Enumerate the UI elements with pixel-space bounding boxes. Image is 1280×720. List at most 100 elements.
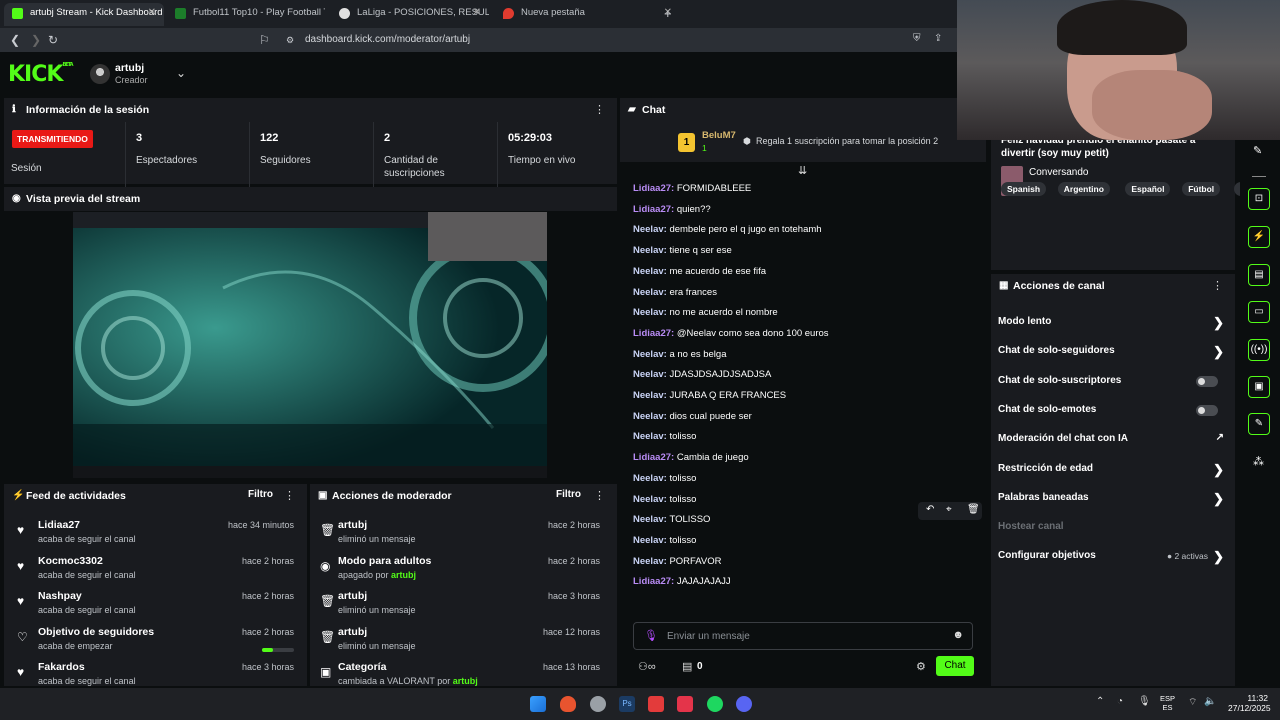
chat-message[interactable]: Neelav: JURABA Q ERA FRANCES	[633, 390, 786, 401]
chat-message[interactable]: Neelav: tolisso	[633, 431, 696, 442]
chat-message[interactable]: Lidiaa27: JAJAJAJAJJ	[633, 576, 731, 587]
chat-username[interactable]: Neelav:	[633, 556, 669, 567]
stream-tag[interactable]: Spanish	[1001, 182, 1047, 196]
chat-message[interactable]: Neelav: tolisso	[633, 535, 696, 546]
chat-username[interactable]: Neelav:	[633, 266, 669, 277]
channel-action-item[interactable]: Moderación del chat con IA ↗	[998, 432, 1224, 453]
mod-action-item[interactable]: 🗑 artubj eliminó un mensaje hace 2 horas	[310, 519, 610, 554]
chat-username[interactable]: Neelav:	[633, 535, 669, 546]
chat-message[interactable]: Lidiaa27: FORMIDABLEEE	[633, 183, 751, 194]
mod-action-item[interactable]: 🗑 artubj eliminó un mensaje hace 3 horas	[310, 590, 610, 625]
pin-icon[interactable]: ⌖	[946, 504, 952, 515]
close-tab-icon[interactable]: ✕	[473, 7, 481, 18]
chat-message[interactable]: Neelav: JDASJDSAJDJSADJSA	[633, 369, 771, 380]
clock[interactable]: 11:32 27/12/2025	[1228, 693, 1271, 713]
chat-message[interactable]: Neelav: era frances	[633, 287, 717, 298]
tray-mic-icon[interactable]: 🎙	[1138, 696, 1151, 707]
language-indicator[interactable]: ESP ES	[1160, 694, 1175, 712]
channel-action-item[interactable]: Palabras baneadas ❯	[998, 491, 1224, 512]
url-field[interactable]: dashboard.kick.com/moderator/artubj	[305, 34, 470, 45]
chat-message[interactable]: Lidiaa27: quien??	[633, 204, 711, 215]
document-icon[interactable]: ▤	[1248, 264, 1270, 286]
edit-icon[interactable]: ✎	[1253, 144, 1262, 157]
chat-username[interactable]: Neelav:	[633, 287, 669, 298]
discord-icon[interactable]	[736, 696, 752, 712]
mod-action-user[interactable]: artubj	[391, 570, 416, 580]
browser-tab-kick-dashboard[interactable]: artubj Stream - Kick Dashboard ✕	[4, 3, 164, 26]
channel-action-item[interactable]: Chat de solo-emotes	[998, 404, 1224, 424]
chat-username[interactable]: Neelav:	[633, 431, 669, 442]
feed-item[interactable]: ♡ Objetivo de seguidores acaba de empezar h…	[4, 626, 304, 661]
channel-action-item[interactable]: Restricción de edad ❯	[998, 462, 1224, 483]
channel-action-item[interactable]: Chat de solo-suscriptores	[998, 375, 1224, 395]
bookmark-icon[interactable]: ⚐	[259, 33, 270, 47]
chat-message[interactable]: Neelav: tiene q ser ese	[633, 245, 732, 256]
back-icon[interactable]: ❮	[10, 33, 20, 47]
chat-username[interactable]: Neelav:	[633, 473, 669, 484]
mod-action-user[interactable]: artubj	[453, 676, 478, 686]
channel-action-item[interactable]: Modo lento ❯	[998, 315, 1224, 336]
wifi-icon[interactable]: ⌔	[1188, 696, 1197, 709]
chat-message[interactable]: Neelav: me acuerdo de ese fifa	[633, 266, 766, 277]
layout-icon[interactable]: ▣	[1248, 376, 1270, 398]
app-red-icon[interactable]	[648, 696, 664, 712]
forward-icon[interactable]: ❯	[31, 33, 41, 47]
chat-message[interactable]: Neelav: tolisso	[633, 473, 696, 484]
chat-username[interactable]: Neelav:	[633, 245, 669, 256]
chat-input[interactable]: 🎙 Enviar un mensaje ☻	[633, 622, 973, 650]
settings-gear-icon[interactable]: ⚙	[916, 660, 926, 673]
chat-username[interactable]: Lidiaa27:	[633, 183, 677, 194]
chat-message[interactable]: Neelav: dembele pero el q jugo en toteha…	[633, 224, 822, 235]
tray-chevron-icon[interactable]: ⌃	[1096, 696, 1104, 707]
chat-username[interactable]: Lidiaa27:	[633, 452, 677, 463]
users-icon[interactable]: ⚇∞	[638, 660, 656, 673]
feed-filter-button[interactable]: Filtro	[248, 489, 273, 500]
chat-message[interactable]: Neelav: TOLISSO	[633, 514, 710, 525]
channel-action-item[interactable]: Configurar objetivos ❯ ● 2 activas	[998, 549, 1224, 570]
chat-message[interactable]: Neelav: no me acuerdo el nombre	[633, 307, 778, 318]
mod-action-item[interactable]: ◉ Modo para adultos apagado por artubj hace…	[310, 555, 610, 590]
tray-app-icon[interactable]: ◔	[1117, 696, 1123, 707]
chat-username[interactable]: Neelav:	[633, 369, 669, 380]
chat-username[interactable]: Neelav:	[633, 349, 669, 360]
share-icon[interactable]: ⇪	[934, 33, 942, 44]
feed-item[interactable]: ♥ Nashpay acaba de seguir el canal hace 2 h…	[4, 590, 304, 625]
feed-item[interactable]: ♥ Lidiaa27 acaba de seguir el canal hace 34…	[4, 519, 304, 554]
toggle-switch[interactable]	[1196, 375, 1218, 387]
mod-filter-button[interactable]: Filtro	[556, 489, 581, 500]
chat-username[interactable]: Lidiaa27:	[633, 328, 677, 339]
chat-message[interactable]: Neelav: a no es belga	[633, 349, 726, 360]
chat-message[interactable]: Neelav: PORFAVOR	[633, 556, 722, 567]
chat-icon[interactable]: ▭	[1248, 301, 1270, 323]
chat-username[interactable]: Lidiaa27:	[633, 204, 677, 215]
chat-message[interactable]: Neelav: tolisso	[633, 494, 696, 505]
chat-username[interactable]: Neelav:	[633, 224, 669, 235]
microphone-icon[interactable]: 🎙	[644, 629, 658, 642]
browser-tab-futbol11[interactable]: Futbol11 Top10 - Play Football Tenable	[167, 3, 325, 26]
wrench-icon[interactable]: ✎	[1248, 413, 1270, 435]
feed-item[interactable]: ♥ Kocmoc3302 acaba de seguir el canal hace …	[4, 555, 304, 590]
channel-action-item[interactable]: Chat de solo-seguidores ❯	[998, 344, 1224, 365]
obs-icon[interactable]	[590, 696, 606, 712]
chat-username[interactable]: Neelav:	[633, 307, 669, 318]
close-tab-icon[interactable]: ✕	[148, 7, 156, 18]
stream-tag[interactable]: Argentino	[1057, 182, 1110, 196]
chat-username[interactable]: Neelav:	[633, 411, 669, 422]
new-tab-button[interactable]: +	[664, 6, 672, 21]
site-info-icon[interactable]: ⚙	[286, 35, 294, 46]
start-menu-icon[interactable]	[530, 696, 546, 712]
broadcast-icon[interactable]: ((•))	[1248, 339, 1270, 361]
flash-icon[interactable]: ⚡	[1248, 226, 1270, 248]
app-pink-icon[interactable]	[677, 696, 693, 712]
volume-icon[interactable]: 🔈	[1204, 696, 1216, 707]
kebab-menu-icon[interactable]: ⋮	[284, 489, 295, 502]
toggle-switch[interactable]	[1196, 404, 1218, 416]
send-chat-button[interactable]: Chat	[936, 656, 974, 676]
stream-tag[interactable]: Español	[1125, 182, 1171, 196]
apps-icon[interactable]: ⁂	[1253, 455, 1264, 468]
chat-message[interactable]: Neelav: dios cual puede ser	[633, 411, 752, 422]
stream-preview-video[interactable]	[73, 212, 547, 478]
photoshop-icon[interactable]: Ps	[619, 696, 635, 712]
delete-icon[interactable]: 🗑	[967, 504, 980, 515]
scroll-down-icon[interactable]: ⇊	[798, 164, 807, 177]
